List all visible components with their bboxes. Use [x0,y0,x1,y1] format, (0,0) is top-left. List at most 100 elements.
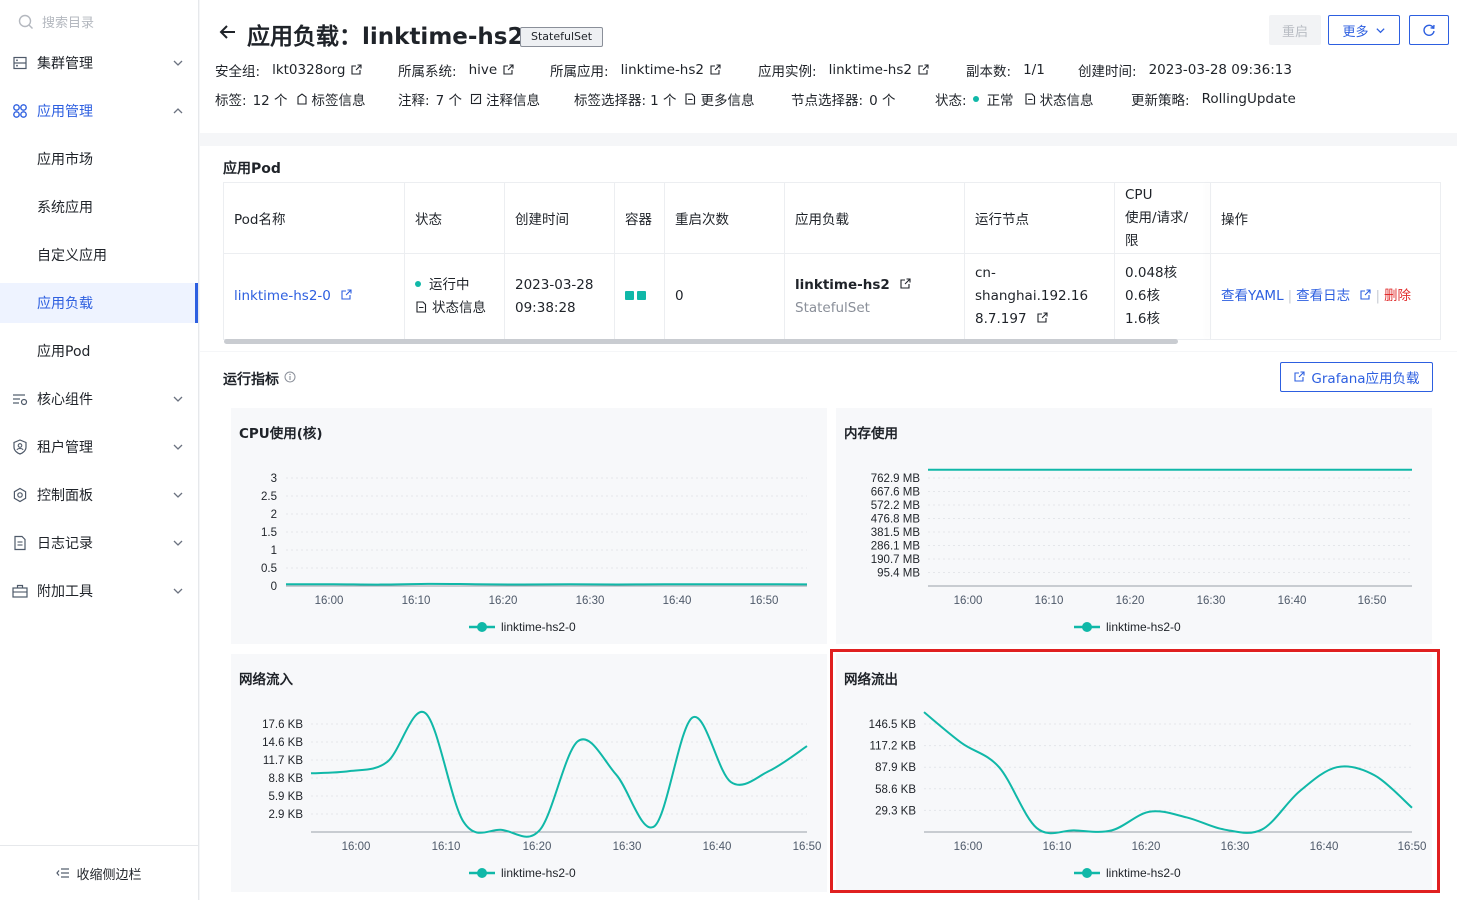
edit-icon [470,93,482,105]
nav-cluster-management[interactable]: 集群管理 [0,43,198,83]
x-tick-label: 16:30 [576,595,605,607]
legend-label[interactable]: linktime-hs2-0 [501,620,576,634]
col-actions: 操作 [1210,182,1441,254]
chevron-down-icon [173,444,183,450]
security-group-link[interactable]: lkt0328org [272,62,345,78]
toolbox-icon [12,583,28,599]
meta-label-selector: 标签选择器: 1 个 更多信息 [574,89,754,109]
sidebar-item-app-market[interactable]: 应用市场 [0,139,198,179]
system-link[interactable]: hive [469,62,498,78]
chevron-down-icon [173,492,183,498]
series-line[interactable] [310,710,808,838]
app-instance-link[interactable]: linktime-hs2 [829,62,912,78]
nav-log-records[interactable]: 日志记录 [0,523,198,563]
external-link-icon[interactable] [1359,289,1372,301]
more-info-link[interactable]: 更多信息 [700,89,754,109]
search-input[interactable]: 搜索目录 [18,12,94,31]
document-icon [416,300,427,313]
collapse-icon [56,868,70,878]
workload-link[interactable]: linktime-hs2 [795,277,890,293]
log-icon [12,535,28,551]
delete-link[interactable]: 删除 [1384,288,1411,304]
running-dot [415,280,421,287]
external-link-icon[interactable] [709,64,721,76]
sidebar-item-workloads[interactable]: 应用负载 [0,283,198,323]
highlight-box [830,649,1440,893]
legend-marker[interactable] [1082,622,1092,632]
y-tick-label: 190.7 MB [871,554,921,566]
x-tick-label: 16:50 [793,841,822,853]
nav-core-components[interactable]: 核心组件 [0,379,198,419]
external-link-icon[interactable] [350,64,362,76]
legend-marker[interactable] [477,868,487,878]
annotation-info-link[interactable]: 注释信息 [486,89,540,109]
y-tick-label: 2.5 [261,491,277,503]
y-tick-label: 5.9 KB [268,791,303,803]
refresh-icon [1423,24,1435,36]
more-button[interactable]: 更多 [1328,15,1400,45]
info-icon[interactable] [284,371,296,383]
nav-label: 控制面板 [37,488,93,504]
meta-system: 所属系统: hive [398,60,514,80]
external-link-icon[interactable] [899,277,911,290]
sidebar-item-app-pods[interactable]: 应用Pod [0,331,198,371]
pod-status-info-link[interactable]: 状态信息 [432,300,486,316]
container-indicators[interactable] [614,253,665,340]
col-node: 运行节点 [964,182,1115,254]
y-tick-label: 2 [271,509,277,521]
apps-icon [12,103,28,119]
legend-label[interactable]: linktime-hs2-0 [1106,620,1181,634]
y-tick-label: 2.9 KB [268,809,303,821]
refresh-button[interactable] [1409,15,1449,45]
col-containers: 容器 [614,182,665,254]
app-link[interactable]: linktime-hs2 [621,62,704,78]
back-arrow-icon[interactable] [218,22,238,42]
collapse-sidebar-button[interactable]: 收缩侧边栏 [0,845,198,900]
series-line[interactable] [285,582,808,586]
external-link-icon[interactable] [917,64,929,76]
nav-label: 附加工具 [37,584,93,600]
sidebar-item-system-apps[interactable]: 系统应用 [0,187,198,227]
meta-status: 状态: 正常 状态信息 [935,89,1094,109]
restart-button[interactable]: 重启 [1269,15,1321,45]
meta-replicas: 副本数: 1/1 [966,62,1045,80]
external-link-icon[interactable] [1036,312,1048,324]
sticky-column-shadow [1210,182,1211,339]
horizontal-scrollbar[interactable] [224,339,1178,344]
components-icon [12,391,28,407]
view-log-link[interactable]: 查看日志 [1296,288,1350,304]
container-square [637,291,646,300]
sidebar-item-custom-apps[interactable]: 自定义应用 [0,235,198,275]
meta-labels: 标签: 12 个 标签信息 [215,89,366,109]
nav-tenant-management[interactable]: 租户管理 [0,427,198,467]
grafana-button[interactable]: Grafana应用负载 [1280,362,1433,392]
status-dot [972,96,979,102]
col-status: 状态 [404,182,505,254]
external-link-icon[interactable] [502,64,514,76]
tenant-icon [12,439,28,455]
x-tick-label: 16:00 [315,595,344,607]
more-label: 更多 [1342,24,1369,40]
external-link-icon [1294,371,1305,382]
y-tick-label: 0.5 [261,563,277,575]
status-info-link[interactable]: 状态信息 [1040,89,1094,109]
col-pod-name: Pod名称 [223,182,405,254]
kind-badge: StatefulSet [520,27,604,47]
meta-update-strategy: 更新策略: RollingUpdate [1131,91,1296,109]
y-tick-label: 667.6 MB [871,487,921,499]
pod-section: 应用Pod Pod名称 状态 创建时间 容器 重启次数 应用负载 运行节点 CP… [200,146,1457,351]
nav-label: 核心组件 [37,392,93,408]
nav-app-management[interactable]: 应用管理 [0,91,198,131]
external-link-icon[interactable] [340,289,352,301]
legend-label[interactable]: linktime-hs2-0 [501,866,576,880]
legend-marker[interactable] [477,622,487,632]
label-info-link[interactable]: 标签信息 [312,89,366,109]
pod-name-link[interactable]: linktime-hs2-0 [234,288,331,304]
nav-extra-tools[interactable]: 附加工具 [0,571,198,611]
nav-control-panel[interactable]: 控制面板 [0,475,198,515]
view-yaml-link[interactable]: 查看YAML [1221,288,1284,304]
chart-svg: 762.9 MB 667.6 MB572.2 MB 476.8 MB381.5 MB… [871,468,1412,634]
col-created: 创建时间 [504,182,615,254]
y-tick-label: 286.1 MB [871,541,921,553]
y-tick-label: 572.2 MB [871,500,921,512]
